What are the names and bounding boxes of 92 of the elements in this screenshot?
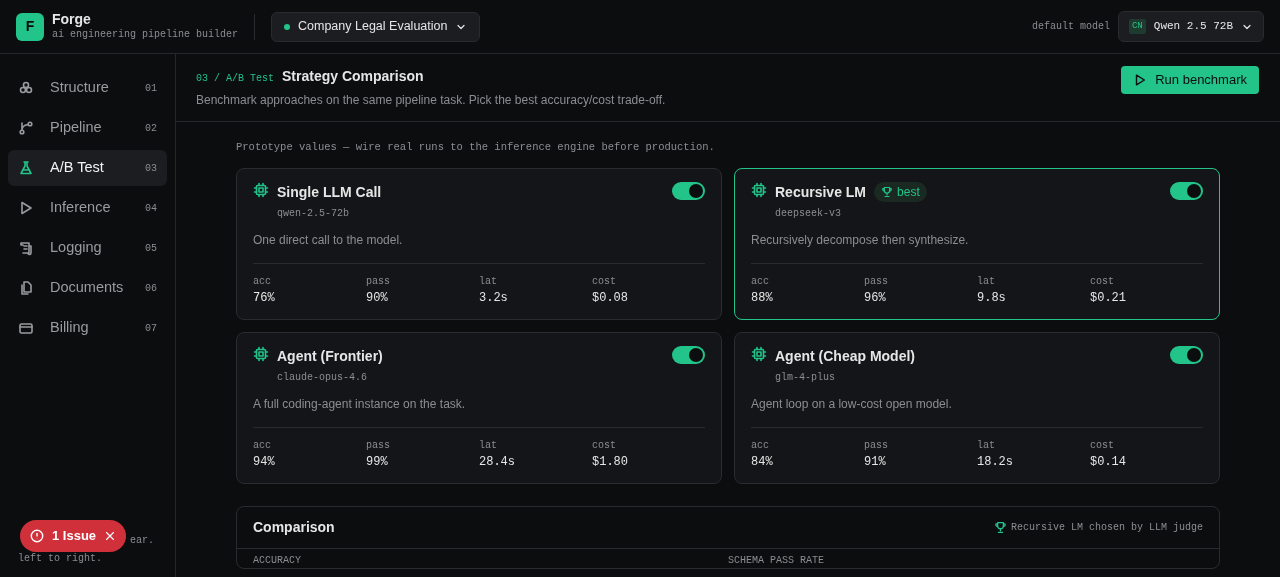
strategy-description: A full coding-agent instance on the task. [253, 395, 467, 413]
metric-label: cost [1090, 274, 1114, 289]
toggle-switch[interactable] [672, 181, 705, 200]
comparison-title: Comparison [253, 517, 335, 537]
trophy-icon [993, 520, 1007, 534]
model-name: deepseek-v3 [775, 206, 842, 221]
metric-value: $0.14 [1090, 453, 1126, 471]
project-selector[interactable]: Company Legal Evaluation [271, 11, 481, 42]
documents-icon [18, 280, 34, 296]
judge-verdict: Recursive LM chosen by LLM judge [1010, 520, 1203, 535]
strategy-description: Recursively decompose then synthesize. [751, 231, 970, 249]
app-name: Forge [52, 11, 92, 28]
page-subtitle: Benchmark approaches on the same pipeline task. Pick the best accuracy/cost trade-off. [196, 92, 666, 109]
sidebar-item[interactable]: Documents 06 [8, 270, 167, 306]
column-heading: ACCURACY [253, 553, 302, 568]
strategy-name: Agent (Frontier) [277, 346, 383, 366]
strategy-name: Recursive LM [775, 182, 867, 202]
metric-label: acc [751, 274, 769, 289]
metric-label: cost [1090, 438, 1114, 453]
model-selector[interactable]: CN Qwen 2.5 72B [1117, 11, 1264, 42]
metric-label: cost [592, 274, 616, 289]
app-logo: F [16, 12, 44, 41]
run-benchmark-button[interactable]: Run benchmark [1121, 66, 1259, 94]
model-name: qwen-2.5-72b [277, 206, 350, 221]
sidebar-item[interactable]: Logging 05 [8, 230, 167, 266]
issues-badge[interactable]: 1 Issue [20, 520, 127, 552]
metric-value: $1.80 [592, 453, 628, 471]
metric-label: lat [479, 438, 497, 453]
metric-value: 28.4s [479, 453, 515, 471]
sidebar-item[interactable]: Inference 04 [8, 190, 167, 226]
structure-icon [18, 80, 34, 96]
strategy-description: Agent loop on a low-cost open model. [751, 395, 953, 413]
sidebar-note: ear. [130, 534, 154, 548]
metric-value: 88% [751, 289, 773, 307]
chip-icon [751, 181, 767, 198]
metric-value: $0.21 [1090, 289, 1126, 307]
metric-value: 84% [751, 453, 773, 471]
metric-label: pass [366, 274, 390, 289]
metric-value: 18.2s [977, 453, 1013, 471]
chip-icon [253, 345, 269, 362]
metric-label: acc [751, 438, 769, 453]
region-tag: CN [1128, 18, 1146, 35]
metric-label: pass [864, 274, 888, 289]
strategy-name: Single LLM Call [277, 182, 382, 202]
chip-icon [253, 181, 269, 198]
metric-value: 91% [864, 453, 886, 471]
metric-label: lat [977, 274, 995, 289]
toggle-switch[interactable] [1170, 181, 1203, 200]
toggle-switch[interactable] [672, 345, 705, 364]
best-badge: best [874, 182, 927, 203]
close-icon [104, 530, 117, 542]
strategy-name: Agent (Cheap Model) [775, 346, 915, 366]
strategy-description: One direct call to the model. [253, 231, 404, 249]
model-name: glm-4-plus [775, 370, 836, 385]
metric-value: 76% [253, 289, 275, 307]
play-icon [1133, 72, 1148, 87]
column-heading: SCHEMA PASS RATE [728, 553, 825, 568]
alert-icon [30, 529, 44, 543]
breadcrumb: 03 / A/B Test [196, 72, 274, 86]
page-title: Strategy Comparison [282, 67, 424, 86]
metric-value: 3.2s [479, 289, 508, 307]
sidebar-item[interactable]: Structure 01 [8, 70, 167, 106]
metric-value: 99% [366, 453, 388, 471]
pipeline-icon [18, 120, 34, 136]
metric-value: 96% [864, 289, 886, 307]
card-icon [18, 320, 34, 336]
play-icon [18, 200, 34, 216]
chip-icon [751, 345, 767, 362]
metric-label: pass [366, 438, 390, 453]
metric-label: cost [592, 438, 616, 453]
toggle-switch[interactable] [1170, 345, 1203, 364]
sidebar-item[interactable]: Billing 07 [8, 310, 167, 346]
metric-label: lat [977, 438, 995, 453]
flask-icon [18, 160, 34, 176]
prototype-notice: Prototype values — wire real runs to the inference engine before production. [236, 140, 716, 155]
status-dot [284, 23, 291, 30]
metric-value: 90% [366, 289, 388, 307]
metric-label: lat [479, 274, 497, 289]
metric-value: 94% [253, 453, 275, 471]
trophy-icon [881, 186, 894, 199]
sidebar-note: left to right. [18, 552, 102, 566]
metric-label: acc [253, 438, 271, 453]
sidebar-item[interactable]: A/B Test 03 [8, 150, 167, 186]
default-model-label: default model [1031, 20, 1110, 34]
app-tagline: ai engineering pipeline builder [52, 28, 239, 42]
metric-value: $0.08 [592, 289, 628, 307]
sidebar-item[interactable]: Pipeline 02 [8, 110, 167, 146]
metric-value: 9.8s [977, 289, 1006, 307]
metric-label: acc [253, 274, 271, 289]
model-name: claude-opus-4.6 [277, 370, 368, 385]
scroll-icon [18, 240, 34, 256]
metric-label: pass [864, 438, 888, 453]
